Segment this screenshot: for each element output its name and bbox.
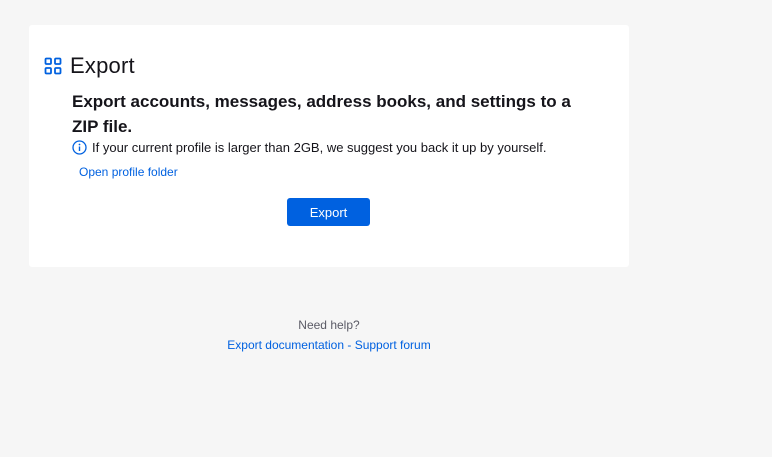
help-section: Need help? Export documentation - Suppor… bbox=[29, 318, 629, 352]
export-description: Export accounts, messages, address books… bbox=[72, 92, 571, 136]
grid-icon bbox=[44, 57, 62, 75]
page: Export Export accounts, messages, addres… bbox=[0, 0, 772, 457]
open-profile-folder-link[interactable]: Open profile folder bbox=[79, 165, 178, 179]
page-title: Export bbox=[70, 53, 135, 78]
size-note: If your current profile is larger than 2… bbox=[72, 140, 547, 155]
help-separator: - bbox=[344, 338, 355, 352]
support-forum-link[interactable]: Support forum bbox=[355, 338, 431, 352]
info-icon bbox=[72, 140, 87, 155]
need-help-label: Need help? bbox=[298, 318, 360, 332]
size-note-text: If your current profile is larger than 2… bbox=[92, 140, 547, 155]
export-button[interactable]: Export bbox=[287, 198, 370, 226]
export-card: Export Export accounts, messages, addres… bbox=[29, 25, 629, 267]
export-header: Export bbox=[44, 52, 135, 80]
export-documentation-link[interactable]: Export documentation bbox=[227, 338, 344, 352]
